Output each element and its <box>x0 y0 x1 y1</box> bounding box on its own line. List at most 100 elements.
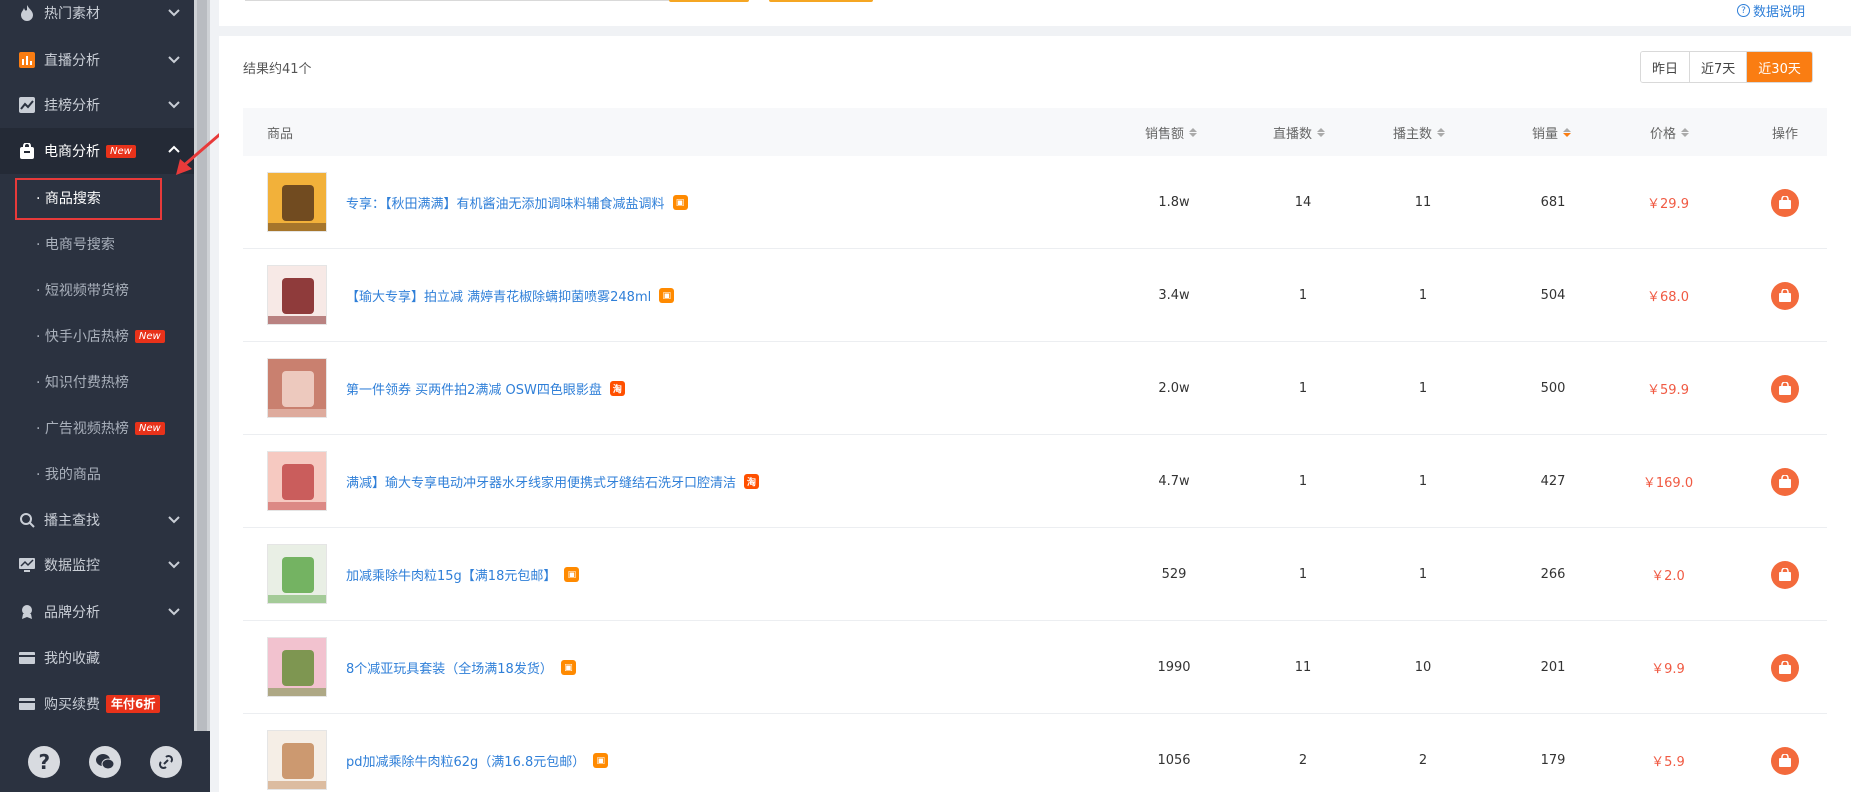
sidebar-item-live-analysis[interactable]: 直播分析 <box>0 37 194 83</box>
taobao-icon: 淘 <box>609 381 625 396</box>
action-cell <box>1765 528 1805 621</box>
table-header: 商品 销售额 直播数 播主数 销量 价格 操作 <box>243 108 1827 156</box>
range-7days-button[interactable]: 近7天 <box>1690 52 1748 82</box>
new-badge: New <box>106 144 136 158</box>
table-row[interactable]: pd加减乘除牛肉粒62g（满16.8元包邮） ▣ 1056 2 2 179 ￥5… <box>243 714 1827 792</box>
product-name-link[interactable]: 第一件领券 买两件拍2满减 OSW四色眼影盘 淘 <box>346 342 625 435</box>
sidebar-item-label: 我的收藏 <box>44 651 100 667</box>
brand-icon <box>18 603 36 621</box>
help-circle-icon: ? <box>1736 4 1750 17</box>
sidebar-item-label: 直播分析 <box>44 53 100 69</box>
sidebar-subitem-paid-knowledge-ranking[interactable]: · 知识付费热榜 <box>0 359 194 405</box>
shopping-bag-button[interactable] <box>1771 746 1799 775</box>
product-thumbnail[interactable] <box>267 637 327 697</box>
wechat-icon[interactable] <box>88 745 121 778</box>
search-input-edge[interactable] <box>245 0 675 1</box>
range-yesterday-button[interactable]: 昨日 <box>1641 52 1691 82</box>
new-badge: New <box>134 329 165 343</box>
sidebar-item-label: · 短视频带货榜 <box>36 283 129 299</box>
product-thumbnail[interactable] <box>267 358 327 418</box>
sidebar-item-ranking-analysis[interactable]: 挂榜分析 <box>0 82 194 128</box>
sidebar-subitem-ad-video-ranking[interactable]: · 广告视频热榜 New <box>0 405 194 451</box>
product-name-link[interactable]: 满减】瑜大专享电动冲牙器水牙线家用便携式牙缝结石洗牙口腔清洁 淘 <box>346 435 760 528</box>
data-explain-link[interactable]: ? 数据说明 <box>1736 1 1805 20</box>
volume-cell: 179 <box>1540 753 1566 768</box>
column-header-live-count[interactable]: 直播数 <box>1273 108 1326 156</box>
column-header-sales-amount[interactable]: 销售额 <box>1145 108 1198 156</box>
shopping-bag-button[interactable] <box>1771 653 1799 682</box>
shopping-bag-button[interactable] <box>1771 188 1799 217</box>
column-header-product: 商品 <box>267 126 294 142</box>
shopping-bag-icon <box>1779 567 1791 581</box>
results-panel: 结果约41个 昨日 近7天 近30天 商品 销售额 直播数 播主数 销量 价格 … <box>219 36 1851 792</box>
sidebar-item-brand-analysis[interactable]: 品牌分析 <box>0 589 194 635</box>
shopping-bag-icon <box>18 142 36 160</box>
sidebar-item-label: 购买续费 <box>44 697 100 713</box>
volume-cell: 504 <box>1540 288 1566 303</box>
sidebar-item-label: 播主查找 <box>44 513 100 529</box>
kuaishou-shop-icon: ▣ <box>672 195 688 210</box>
price-cell: ￥169.0 <box>1642 476 1694 491</box>
sidebar-item-hot-materials[interactable]: 热门素材 <box>0 0 194 36</box>
shopping-bag-icon <box>1779 195 1791 209</box>
link-icon[interactable] <box>149 745 182 778</box>
product-thumbnail[interactable] <box>267 544 327 604</box>
sidebar-item-my-favorites[interactable]: 我的收藏 <box>0 635 194 681</box>
kuaishou-shop-icon: ▣ <box>593 753 609 768</box>
shopping-bag-button[interactable] <box>1771 467 1799 496</box>
action-cell <box>1765 342 1805 435</box>
table-row[interactable]: 【瑜大专享】拍立减 满婷青花椒除螨抑菌喷雾248ml ▣ 3.4w 1 1 50… <box>243 249 1827 342</box>
table-row[interactable]: 满减】瑜大专享电动冲牙器水牙线家用便携式牙缝结石洗牙口腔清洁 淘 4.7w 1 … <box>243 435 1827 528</box>
product-name-link[interactable]: pd加减乘除牛肉粒62g（满16.8元包邮） ▣ <box>346 714 609 792</box>
sidebar-subitem-my-products[interactable]: · 我的商品 <box>0 451 194 497</box>
sidebar-item-purchase-renew[interactable]: 购买续费 年付6折 <box>0 681 194 727</box>
reset-button-edge[interactable] <box>769 0 873 2</box>
sidebar-scrollbar[interactable] <box>194 0 210 731</box>
product-name: 满减】瑜大专享电动冲牙器水牙线家用便携式牙缝结石洗牙口腔清洁 <box>346 476 737 491</box>
chevron-down-icon <box>168 608 180 616</box>
product-thumbnail[interactable] <box>267 265 327 325</box>
sidebar-item-data-monitor[interactable]: 数据监控 <box>0 542 194 588</box>
column-header-price[interactable]: 价格 <box>1650 108 1690 156</box>
sidebar-item-label: · 知识付费热榜 <box>36 375 129 391</box>
volume-cell: 681 <box>1540 195 1566 210</box>
column-header-streamer-count[interactable]: 播主数 <box>1393 108 1446 156</box>
sidebar-item-ecommerce-analysis[interactable]: 电商分析 New <box>0 128 194 174</box>
fire-icon <box>18 4 36 22</box>
column-header-volume[interactable]: 销量 <box>1532 108 1572 156</box>
shopping-bag-button[interactable] <box>1771 281 1799 310</box>
product-name: 8个减亚玩具套装（全场满18发货） <box>346 662 553 677</box>
product-thumbnail[interactable] <box>267 451 327 511</box>
product-thumbnail[interactable] <box>267 730 327 790</box>
discount-badge: 年付6折 <box>106 695 161 713</box>
product-thumbnail[interactable] <box>267 172 327 232</box>
sales-amount-cell: 1056 <box>1157 753 1191 768</box>
table-row[interactable]: 8个减亚玩具套装（全场满18发货） ▣ 1990 11 10 201 ￥9.9 <box>243 621 1827 714</box>
shopping-bag-button[interactable] <box>1771 560 1799 589</box>
sidebar-subitem-kuaishou-store-ranking[interactable]: · 快手小店热榜 New <box>0 313 194 359</box>
product-name-link[interactable]: 加减乘除牛肉粒15g【满18元包邮】 ▣ <box>346 528 580 621</box>
sales-amount-cell: 2.0w <box>1158 381 1190 396</box>
sidebar-item-streamer-search[interactable]: 播主查找 <box>0 497 194 543</box>
volume-cell: 266 <box>1540 567 1566 582</box>
product-name-link[interactable]: 8个减亚玩具套装（全场满18发货） ▣ <box>346 621 576 714</box>
card-icon <box>18 695 36 713</box>
table-row[interactable]: 加减乘除牛肉粒15g【满18元包邮】 ▣ 529 1 1 266 ￥2.0 <box>243 528 1827 621</box>
volume-cell: 427 <box>1540 474 1566 489</box>
shopping-bag-button[interactable] <box>1771 374 1799 403</box>
help-icon[interactable]: ? <box>28 745 61 778</box>
sidebar-item-label: 挂榜分析 <box>44 98 100 114</box>
search-button-edge[interactable] <box>669 0 749 2</box>
table-row[interactable]: 专享：【秋田满满】有机酱油无添加调味料辅食减盐调料 ▣ 1.8w 14 11 6… <box>243 156 1827 249</box>
kuaishou-shop-icon: ▣ <box>564 567 580 582</box>
sidebar-subitem-ecommerce-account-search[interactable]: · 电商号搜索 <box>0 221 194 267</box>
product-name: pd加减乘除牛肉粒62g（满16.8元包邮） <box>346 755 586 770</box>
product-name-link[interactable]: 【瑜大专享】拍立减 满婷青花椒除螨抑菌喷雾248ml ▣ <box>346 249 675 342</box>
sidebar-subitem-short-video-sales-ranking[interactable]: · 短视频带货榜 <box>0 267 194 313</box>
live-count-cell: 1 <box>1298 288 1308 303</box>
scrollbar-thumb[interactable] <box>197 0 207 731</box>
table-row[interactable]: 第一件领券 买两件拍2满减 OSW四色眼影盘 淘 2.0w 1 1 500 ￥5… <box>243 342 1827 435</box>
product-name-link[interactable]: 专享：【秋田满满】有机酱油无添加调味料辅食减盐调料 ▣ <box>346 156 688 249</box>
range-30days-button[interactable]: 近30天 <box>1747 52 1812 82</box>
product-name: 【瑜大专享】拍立减 满婷青花椒除螨抑菌喷雾248ml <box>346 290 652 305</box>
